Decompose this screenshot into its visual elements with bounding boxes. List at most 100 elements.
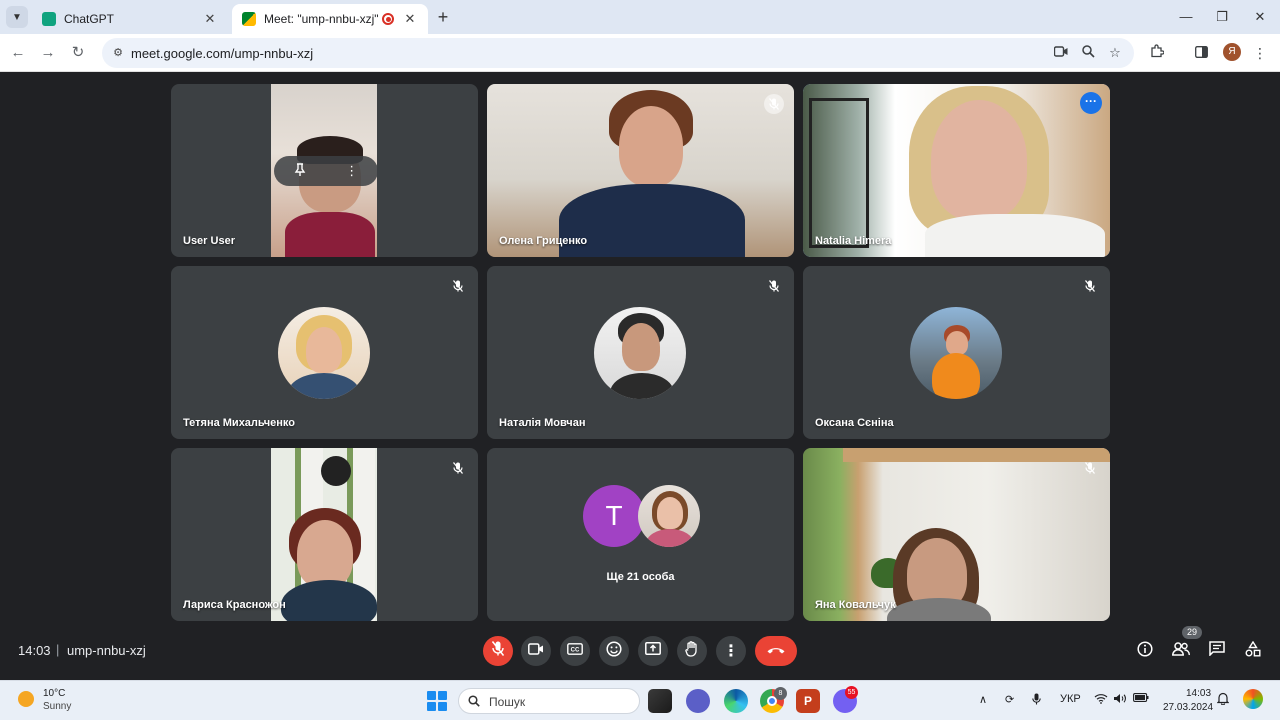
- new-tab-button[interactable]: +: [432, 6, 454, 28]
- browser-tab-strip: ▼ ChatGPT ✕ Meet: "ump-nnbu-xzj" ✕ + — ❐…: [0, 0, 1280, 34]
- tab-title: Meet: "ump-nnbu-xzj": [264, 12, 379, 26]
- participant-name: Тетяна Михальченко: [183, 417, 295, 429]
- participant-name: User User: [183, 235, 235, 247]
- camera-icon: [528, 642, 544, 660]
- mic-off-icon: [491, 641, 505, 661]
- more-options-button[interactable]: ⋮: [716, 636, 746, 666]
- participant-tile[interactable]: Лариса Красножон: [171, 448, 478, 621]
- show-hidden-icons-chevron[interactable]: ∧: [979, 693, 987, 706]
- camera-toggle-button[interactable]: [521, 636, 551, 666]
- participant-name: Олена Гриценко: [499, 235, 588, 247]
- participant-tile[interactable]: ··· Natalia Himera: [803, 84, 1110, 257]
- site-info-icon[interactable]: ⚙: [110, 45, 126, 61]
- participant-clothing: [285, 212, 375, 257]
- tab-chatgpt[interactable]: ChatGPT ✕: [32, 4, 228, 34]
- participant-tile[interactable]: Олена Гриценко: [487, 84, 794, 257]
- closed-captions-icon: CC: [567, 642, 583, 660]
- reload-button[interactable]: ↻: [67, 42, 89, 64]
- tab-search-button[interactable]: ▼: [6, 6, 28, 28]
- avatar-face: [657, 497, 683, 529]
- taskbar-search-box[interactable]: Пошук: [458, 688, 640, 714]
- avatar-clothing: [610, 373, 674, 399]
- camera-in-use-icon[interactable]: [1052, 45, 1070, 61]
- windows-taskbar: 10°C Sunny Пошук 8 P 55 ∧ ⟳ УКР 14:03 27…: [0, 680, 1280, 720]
- bookmark-star-icon[interactable]: ☆: [1106, 45, 1124, 61]
- participant-count-badge: 29: [1182, 626, 1202, 639]
- captions-button[interactable]: CC: [560, 636, 590, 666]
- participant-tile[interactable]: Яна Ковальчук: [803, 448, 1110, 621]
- volume-icon[interactable]: [1113, 693, 1127, 707]
- more-options-icon[interactable]: ⋮: [345, 163, 358, 179]
- participant-name: Natalia Himera: [815, 235, 892, 247]
- system-date[interactable]: 27.03.2024: [1163, 702, 1213, 713]
- zoom-icon[interactable]: [1079, 45, 1097, 61]
- svg-text:CC: CC: [571, 648, 580, 654]
- side-panel-icon[interactable]: [1190, 42, 1212, 64]
- avatar-face: [946, 331, 968, 355]
- weather-condition[interactable]: Sunny: [43, 701, 71, 712]
- participant-tile[interactable]: Наталія Мовчан: [487, 266, 794, 439]
- participant-avatar: [638, 485, 700, 547]
- profile-avatar[interactable]: Я: [1223, 43, 1241, 61]
- chat-icon: [1209, 641, 1225, 661]
- recording-icon: [382, 13, 394, 25]
- sun-icon[interactable]: [18, 691, 34, 707]
- windows-start-icon[interactable]: [427, 691, 447, 711]
- system-time[interactable]: 14:03: [1186, 688, 1211, 699]
- weather-temperature[interactable]: 10°C: [43, 688, 65, 699]
- activities-button[interactable]: [1242, 640, 1264, 662]
- more-options-icon[interactable]: ···: [1080, 92, 1102, 114]
- participant-video: [271, 448, 377, 621]
- back-button[interactable]: ←: [7, 42, 29, 64]
- close-tab-icon[interactable]: ✕: [402, 11, 418, 27]
- more-vert-icon: ⋮: [723, 643, 739, 660]
- sync-icon[interactable]: ⟳: [1005, 693, 1014, 706]
- participant-video: [803, 84, 1110, 257]
- close-window-button[interactable]: ✕: [1242, 6, 1278, 28]
- reactions-button[interactable]: [599, 636, 629, 666]
- others-tile[interactable]: T Ще 21 особа: [487, 448, 794, 621]
- muted-mic-icon: [448, 458, 468, 478]
- minimize-button[interactable]: —: [1168, 6, 1204, 28]
- people-icon: [1172, 641, 1190, 661]
- microphone-toggle-button[interactable]: [483, 636, 513, 666]
- wifi-icon[interactable]: [1094, 693, 1108, 707]
- tab-meet[interactable]: Meet: "ump-nnbu-xzj" ✕: [232, 4, 428, 34]
- microphone-tray-icon[interactable]: [1032, 693, 1041, 708]
- chat-button[interactable]: [1206, 640, 1228, 662]
- powerpoint-icon[interactable]: P: [796, 689, 820, 713]
- avatar-face: [306, 327, 342, 373]
- maximize-button[interactable]: ❐: [1204, 6, 1240, 28]
- people-button[interactable]: [1170, 640, 1192, 662]
- participant-name: Лариса Красножон: [183, 599, 286, 611]
- notification-bell-icon[interactable]: [1216, 692, 1230, 708]
- avatar-face: [622, 323, 660, 371]
- browser-menu-icon[interactable]: ⋮: [1249, 42, 1271, 64]
- participant-tile[interactable]: Тетяна Михальченко: [171, 266, 478, 439]
- participant-video: [803, 448, 1110, 621]
- raise-hand-button[interactable]: [677, 636, 707, 666]
- wall-clock: [321, 456, 351, 486]
- url-text[interactable]: meet.google.com/ump-nnbu-xzj: [131, 46, 313, 61]
- close-tab-icon[interactable]: ✕: [202, 11, 218, 27]
- leave-call-button[interactable]: [755, 636, 797, 666]
- forward-button[interactable]: →: [37, 42, 59, 64]
- window-frame: [809, 98, 869, 248]
- participant-video: [487, 84, 794, 257]
- hand-icon: [685, 640, 699, 662]
- search-icon: [468, 695, 480, 710]
- participant-figure: [931, 100, 1027, 220]
- address-bar[interactable]: ⚙ meet.google.com/ump-nnbu-xzj ☆: [102, 38, 1134, 68]
- muted-mic-icon: [764, 94, 784, 114]
- task-view-icon[interactable]: [648, 689, 672, 713]
- teams-icon[interactable]: [686, 689, 710, 713]
- battery-icon[interactable]: [1133, 693, 1149, 705]
- present-screen-button[interactable]: [638, 636, 668, 666]
- edge-icon[interactable]: [724, 689, 748, 713]
- meeting-details-button[interactable]: [1134, 640, 1156, 662]
- copilot-icon[interactable]: [1243, 689, 1263, 709]
- participant-tile[interactable]: Оксана Сєніна: [803, 266, 1110, 439]
- input-language[interactable]: УКР: [1060, 693, 1081, 705]
- pin-icon[interactable]: [294, 162, 306, 180]
- extensions-icon[interactable]: [1146, 42, 1168, 64]
